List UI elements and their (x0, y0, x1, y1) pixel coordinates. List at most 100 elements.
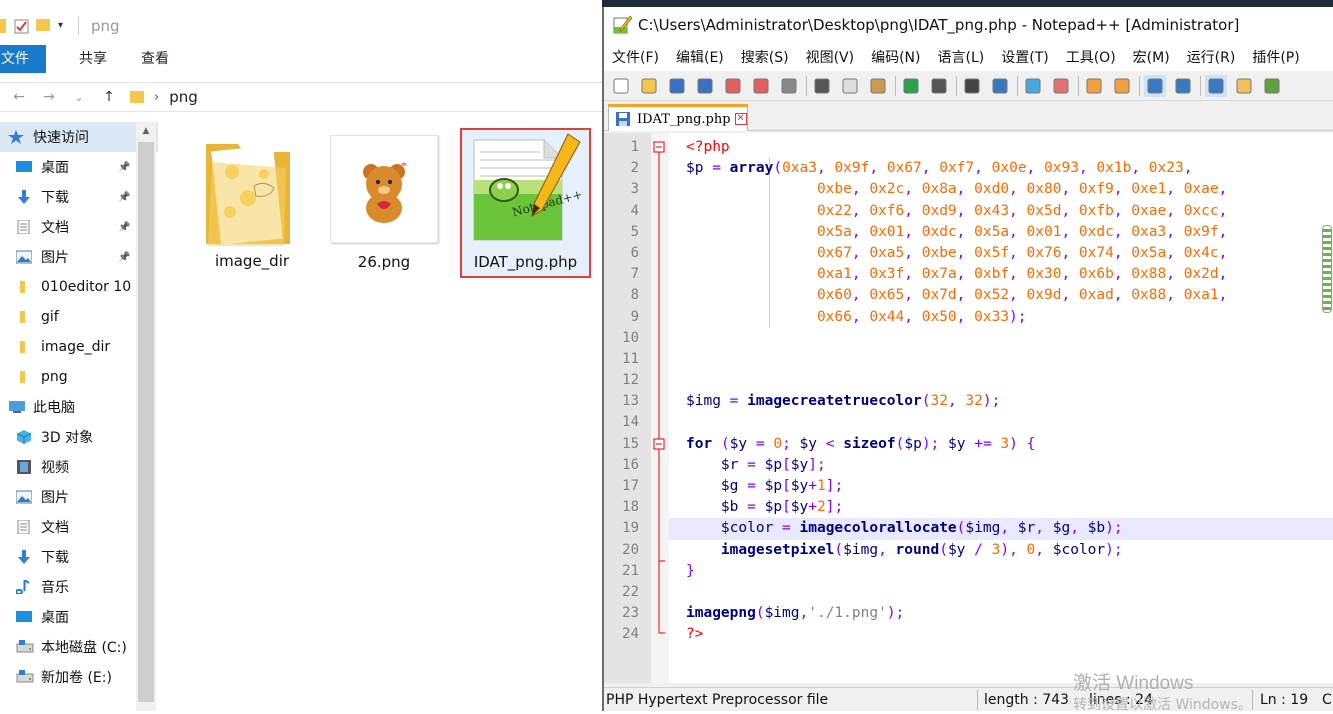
code-line[interactable]: $color = imagecolorallocate($img, $r, $g… (669, 518, 1333, 540)
code-line[interactable]: $b = $p[$y+2]; (669, 497, 1333, 518)
pin-icon[interactable]: 📌 (118, 162, 130, 173)
change-history-scroll-marker[interactable] (1322, 225, 1332, 313)
sidebar-item[interactable]: image_dir (0, 332, 158, 362)
show-all-chars-icon[interactable] (1172, 75, 1194, 97)
fold-margin[interactable] (651, 133, 669, 683)
sidebar-item[interactable]: 文档 📌 (0, 212, 158, 242)
code-line[interactable]: } (669, 561, 1333, 582)
code-line[interactable]: 0x60, 0x65, 0x7d, 0x52, 0x9d, 0xad, 0x88… (669, 285, 1333, 307)
sidebar-item[interactable]: 本地磁盘 (C:) (0, 632, 158, 662)
code-line[interactable]: ?> (669, 624, 1333, 645)
code-line[interactable]: imagesetpixel($img, round($y / 3), 0, $c… (669, 540, 1333, 561)
code-line[interactable] (669, 328, 1333, 349)
sidebar-item[interactable]: 下载 (0, 542, 158, 572)
menu-item[interactable]: 运行(R) (1179, 47, 1245, 67)
sidebar-item[interactable]: 图片 📌 (0, 242, 158, 272)
sidebar-item[interactable]: 新加卷 (E:) (0, 662, 158, 692)
code-line[interactable]: 0x67, 0xa5, 0xbe, 0x5f, 0x76, 0x74, 0x5a… (669, 242, 1333, 265)
back-arrow-icon[interactable]: ← (8, 89, 30, 105)
sidebar-item[interactable]: 快速访问 (0, 122, 158, 152)
sidebar-item[interactable]: gif (0, 302, 158, 332)
save-icon[interactable] (666, 75, 688, 97)
sidebar-item[interactable]: 桌面 (0, 602, 158, 632)
breadcrumb-item[interactable]: png (169, 88, 198, 106)
code-line[interactable]: imagepng($img,'./1.png'); (669, 603, 1333, 624)
undo-icon[interactable] (900, 75, 922, 97)
nav-scrollbar[interactable]: ▲ (136, 122, 156, 711)
code-line[interactable]: 0x22, 0xf6, 0xd9, 0x43, 0x5d, 0xfb, 0xae… (669, 200, 1333, 222)
code-line[interactable] (669, 412, 1333, 433)
pin-icon[interactable]: 📌 (118, 192, 130, 203)
paste-icon[interactable] (867, 75, 889, 97)
close-all-icon[interactable] (750, 75, 772, 97)
new-folder-icon[interactable] (36, 19, 50, 33)
zoom-out-icon[interactable] (1050, 75, 1072, 97)
redo-icon[interactable] (928, 75, 950, 97)
replace-icon[interactable] (989, 75, 1011, 97)
recent-locations-chevron-icon[interactable]: ⌄ (68, 91, 90, 104)
chevron-down-icon[interactable]: ▾ (58, 19, 72, 33)
scrollbar-thumb[interactable] (138, 142, 154, 702)
copy-icon[interactable] (839, 75, 861, 97)
print-icon[interactable] (778, 75, 800, 97)
checkmark-properties-icon[interactable] (14, 19, 29, 34)
code-line[interactable]: $g = $p[$y+1]; (669, 476, 1333, 497)
pin-icon[interactable]: 📌 (118, 252, 130, 263)
breadcrumb[interactable]: › png (130, 88, 198, 106)
word-wrap-icon[interactable] (1144, 74, 1166, 97)
folder-icon[interactable] (0, 19, 6, 33)
close-tab-icon[interactable]: ✕ (734, 113, 747, 125)
file-item-png[interactable]: 26.png (330, 135, 438, 273)
menu-item[interactable]: 宏(M) (1125, 47, 1179, 67)
menu-item[interactable]: 设置(T) (993, 47, 1057, 67)
find-icon[interactable] (961, 75, 983, 97)
menu-item[interactable]: 工具(O) (1058, 47, 1125, 67)
menu-item[interactable]: 文件(F) (604, 47, 668, 67)
close-icon[interactable] (722, 75, 744, 97)
sidebar-item[interactable]: 此电脑 (0, 392, 158, 422)
code-line[interactable]: for ($y = 0; $y < sizeof($p); $y += 3) { (669, 434, 1333, 455)
sync-horizontal-icon[interactable] (1111, 75, 1133, 97)
sidebar-item[interactable]: 桌面 📌 (0, 152, 158, 182)
code-line[interactable] (669, 370, 1333, 391)
code-text[interactable]: <?php $p = array(0xa3, 0x9f, 0x67, 0xf7, … (669, 137, 1333, 646)
indent-guide-icon[interactable] (1205, 74, 1227, 97)
sync-vertical-icon[interactable] (1083, 75, 1105, 97)
code-line[interactable]: 0xa1, 0x3f, 0x7a, 0xbf, 0x30, 0x6b, 0x88… (669, 264, 1333, 286)
sidebar-item[interactable]: 文档 (0, 512, 158, 542)
sidebar-item[interactable]: 视频 (0, 452, 158, 482)
code-line[interactable] (669, 582, 1333, 603)
file-item-php-selected[interactable]: Notepad++ IDAT_png.php (460, 128, 591, 278)
cut-icon[interactable] (811, 75, 833, 97)
doc-map-icon[interactable] (1233, 75, 1255, 97)
code-line[interactable] (669, 349, 1333, 370)
code-editor[interactable]: 1 2 3 4 5 6 7 8 9 10 11 12 13 14 15 16 17 18 19 20 21 22 23 24 … (604, 133, 1333, 683)
menu-item[interactable]: 语言(L) (930, 47, 994, 67)
code-line[interactable]: $r = $p[$y]; (669, 455, 1333, 476)
function-list-icon[interactable] (1261, 75, 1283, 97)
code-line[interactable]: $p = array(0xa3, 0x9f, 0x67, 0xf7, 0x0e,… (669, 158, 1333, 180)
tab-share[interactable]: 共享 (62, 45, 124, 73)
menu-item[interactable]: 编码(N) (863, 47, 929, 67)
sidebar-item[interactable]: 010editor 10 (0, 272, 158, 302)
zoom-in-icon[interactable] (1022, 75, 1044, 97)
sidebar-item[interactable]: 下载 📌 (0, 182, 158, 212)
menu-item[interactable]: 视图(V) (798, 47, 864, 67)
tab-file[interactable]: 文件 (0, 45, 46, 73)
sidebar-item[interactable]: 图片 (0, 482, 158, 512)
save-all-icon[interactable] (694, 75, 716, 97)
scroll-up-icon[interactable]: ▲ (136, 122, 156, 140)
sidebar-item[interactable]: 音乐 (0, 572, 158, 602)
code-line[interactable]: 0x66, 0x44, 0x50, 0x33); (669, 306, 1333, 328)
code-line[interactable]: 0xbe, 0x2c, 0x8a, 0xd0, 0x80, 0xf9, 0xe1… (669, 179, 1333, 201)
menu-item[interactable]: 插件(P) (1244, 47, 1308, 67)
menu-item[interactable]: 编辑(E) (668, 47, 733, 67)
open-file-icon[interactable] (638, 75, 660, 97)
forward-arrow-icon[interactable]: → (38, 89, 60, 105)
tab-idat-png-php[interactable]: IDAT_png.php ✕ (608, 104, 748, 131)
up-arrow-icon[interactable]: ↑ (98, 89, 120, 105)
sidebar-item[interactable]: png (0, 362, 158, 392)
tab-view[interactable]: 查看 (124, 45, 186, 73)
file-item-folder[interactable]: image_dir (190, 132, 314, 272)
menu-item[interactable]: 搜索(S) (733, 47, 798, 67)
